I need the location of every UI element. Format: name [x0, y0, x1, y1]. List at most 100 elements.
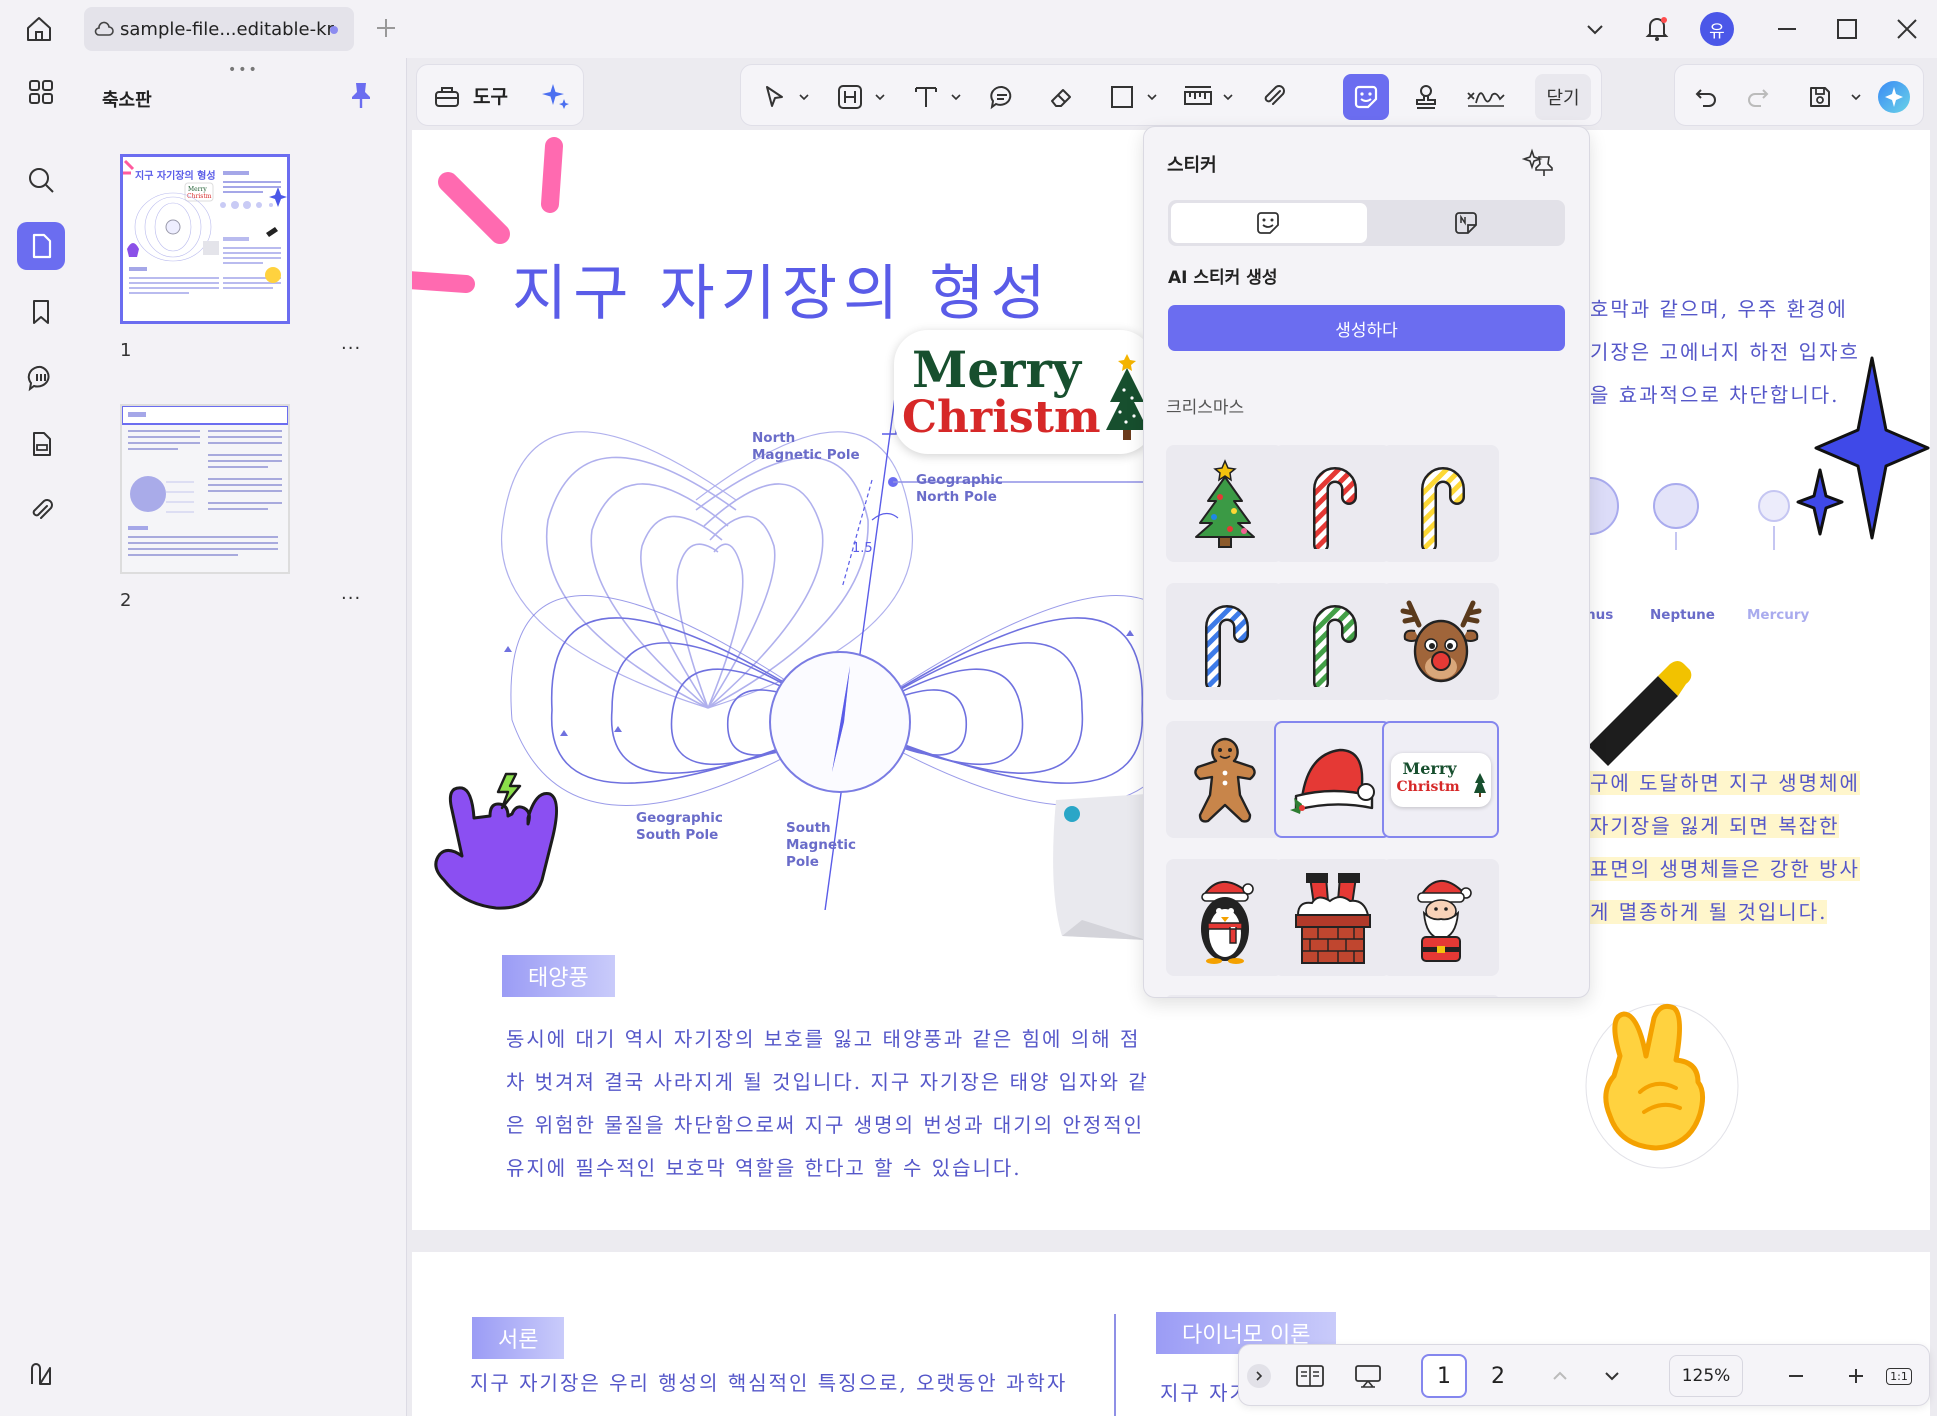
- new-tab-icon[interactable]: [374, 16, 398, 40]
- previous-page-button[interactable]: [1537, 1354, 1583, 1398]
- rectangle-icon: [1109, 84, 1135, 110]
- ai-assistant-button[interactable]: [1871, 74, 1917, 120]
- rail-forms[interactable]: [17, 420, 65, 468]
- sticker-penguin[interactable]: [1166, 859, 1283, 976]
- sticker-reindeer[interactable]: [1382, 583, 1499, 700]
- page-button-2[interactable]: 2: [1475, 1354, 1521, 1398]
- chevron-down-icon[interactable]: [875, 93, 885, 101]
- drag-handle-icon[interactable]: •••: [228, 62, 259, 78]
- comment-tool[interactable]: [979, 74, 1025, 120]
- peace-hand-sticker[interactable]: [1580, 996, 1740, 1170]
- ai-sticker-label: AI 스티커 생성: [1168, 268, 1278, 288]
- sticker-candy-cane-yellow[interactable]: [1382, 445, 1499, 562]
- presentation-button[interactable]: [1345, 1354, 1391, 1398]
- eraser-tool[interactable]: [1039, 74, 1085, 120]
- page-navigation-bar: 1 2 125% 1:1: [1238, 1344, 1930, 1406]
- page-thumbnail-2[interactable]: [120, 404, 290, 574]
- sticker-tool[interactable]: [1343, 74, 1389, 120]
- sticker-santa[interactable]: [1382, 859, 1499, 976]
- close-tool-button[interactable]: 닫기: [1535, 74, 1591, 120]
- sparkle-star-sticker[interactable]: [1762, 352, 1930, 548]
- sticker-merry-christmas[interactable]: Merry Christm: [1382, 721, 1499, 838]
- chevron-down-icon[interactable]: [951, 93, 961, 101]
- signature-tool[interactable]: [1463, 74, 1509, 120]
- sticker-gingerbread[interactable]: [1166, 721, 1283, 838]
- sticker-icon: [1351, 82, 1381, 112]
- intro-heading: 서론: [472, 1317, 565, 1359]
- planet-label-neptune: Neptune: [1650, 607, 1715, 623]
- attach-tool[interactable]: [1251, 74, 1297, 120]
- paperclip-icon: [27, 496, 55, 524]
- highlight-tool[interactable]: [827, 74, 873, 120]
- sticky-note[interactable]: [1042, 790, 1152, 950]
- sticker-row-partial-3[interactable]: [1382, 995, 1499, 997]
- title-bar: sample-file...editable-kr 유: [0, 0, 1937, 58]
- document-tab[interactable]: sample-file...editable-kr: [84, 7, 354, 51]
- page-thumbnail-1[interactable]: 지구 자기장의 형성 Merry Christm: [120, 154, 290, 324]
- rail-theme[interactable]: [17, 1350, 65, 1398]
- sticker-panel: 스티커 AI 스티커 생성 생성하다 크리스마스 Merry Christm: [1143, 126, 1590, 998]
- rail-thumbnails-grid[interactable]: [17, 68, 65, 116]
- south-magnetic-pole-label: South Magnetic Pole: [786, 820, 857, 870]
- stamp-tool[interactable]: [1403, 74, 1449, 120]
- home-icon[interactable]: [24, 14, 54, 44]
- marker-sticker[interactable]: [1578, 650, 1698, 770]
- sticker-row-partial-2[interactable]: [1274, 995, 1391, 997]
- next-page-button[interactable]: [1589, 1354, 1635, 1398]
- actual-size-button[interactable]: 1:1: [1879, 1354, 1919, 1398]
- intro-paragraph: 지구 자기장은 우리 행성의 핵심적인 특징으로, 오랫동안 과학자: [470, 1371, 1068, 1395]
- shape-tool[interactable]: [1099, 74, 1145, 120]
- tools-label[interactable]: 도구: [473, 82, 508, 109]
- sticker-christmas-tree[interactable]: [1166, 445, 1283, 562]
- toolbox-icon[interactable]: [433, 82, 461, 110]
- sticker-row-partial-1[interactable]: [1166, 995, 1283, 997]
- ai-sparkle-icon[interactable]: [539, 80, 571, 112]
- chevron-down-icon[interactable]: [1851, 93, 1861, 101]
- pin-icon[interactable]: [348, 80, 374, 110]
- chevron-up-icon: [1550, 1366, 1570, 1386]
- generate-button[interactable]: 생성하다: [1168, 305, 1565, 351]
- dynamo-paragraph: 지구 자기: [1160, 1381, 1250, 1405]
- sticker-candy-cane-green[interactable]: [1274, 583, 1391, 700]
- zoom-out-button[interactable]: [1773, 1354, 1819, 1398]
- maximize-icon[interactable]: [1834, 16, 1860, 42]
- select-tool[interactable]: [751, 74, 797, 120]
- chevron-down-icon[interactable]: [799, 93, 809, 101]
- bell-icon[interactable]: [1642, 13, 1672, 43]
- zoom-in-button[interactable]: [1833, 1354, 1879, 1398]
- rail-comments[interactable]: [17, 354, 65, 402]
- sticker-pin-icon[interactable]: [1522, 147, 1554, 177]
- chevron-down-icon[interactable]: [1147, 93, 1157, 101]
- text-tool[interactable]: [903, 74, 949, 120]
- measure-tool[interactable]: [1175, 74, 1221, 120]
- svg-text:Merry: Merry: [188, 186, 207, 193]
- minimize-icon[interactable]: [1774, 16, 1800, 42]
- avatar[interactable]: 유: [1700, 12, 1734, 46]
- geographic-north-pole-label: Geographic North Pole: [916, 472, 1003, 505]
- page-button-1[interactable]: 1: [1421, 1354, 1467, 1398]
- sticker-santa-hat[interactable]: [1274, 721, 1391, 838]
- page-more-button-2[interactable]: ···: [341, 588, 361, 609]
- sticker-candy-cane-blue[interactable]: [1166, 583, 1283, 700]
- mini-tree-icon: [1473, 772, 1486, 797]
- undo-button[interactable]: [1683, 74, 1729, 120]
- page-more-button-1[interactable]: ···: [341, 338, 361, 359]
- rail-bookmarks[interactable]: [17, 288, 65, 336]
- rail-search[interactable]: [17, 156, 65, 204]
- collapse-bar-button[interactable]: [1247, 1364, 1271, 1388]
- chevron-down-icon[interactable]: [1223, 93, 1233, 101]
- sticker-candy-cane-red[interactable]: [1274, 445, 1391, 562]
- planet-label-venus: nus: [1586, 607, 1614, 623]
- grid-icon: [27, 78, 55, 106]
- save-button[interactable]: [1797, 74, 1843, 120]
- zoom-level[interactable]: 125%: [1669, 1355, 1743, 1397]
- merry-christmas-sticker[interactable]: Merry Christm: [894, 330, 1154, 454]
- close-window-icon[interactable]: [1894, 16, 1920, 42]
- chevron-down-icon[interactable]: [1584, 18, 1606, 40]
- page-layout-button[interactable]: [1287, 1354, 1333, 1398]
- rail-pages[interactable]: [17, 222, 65, 270]
- rock-hand-sticker[interactable]: [432, 770, 572, 920]
- rail-attachments[interactable]: [17, 486, 65, 534]
- redo-button[interactable]: [1735, 74, 1781, 120]
- sticker-chimney-santa[interactable]: [1274, 859, 1391, 976]
